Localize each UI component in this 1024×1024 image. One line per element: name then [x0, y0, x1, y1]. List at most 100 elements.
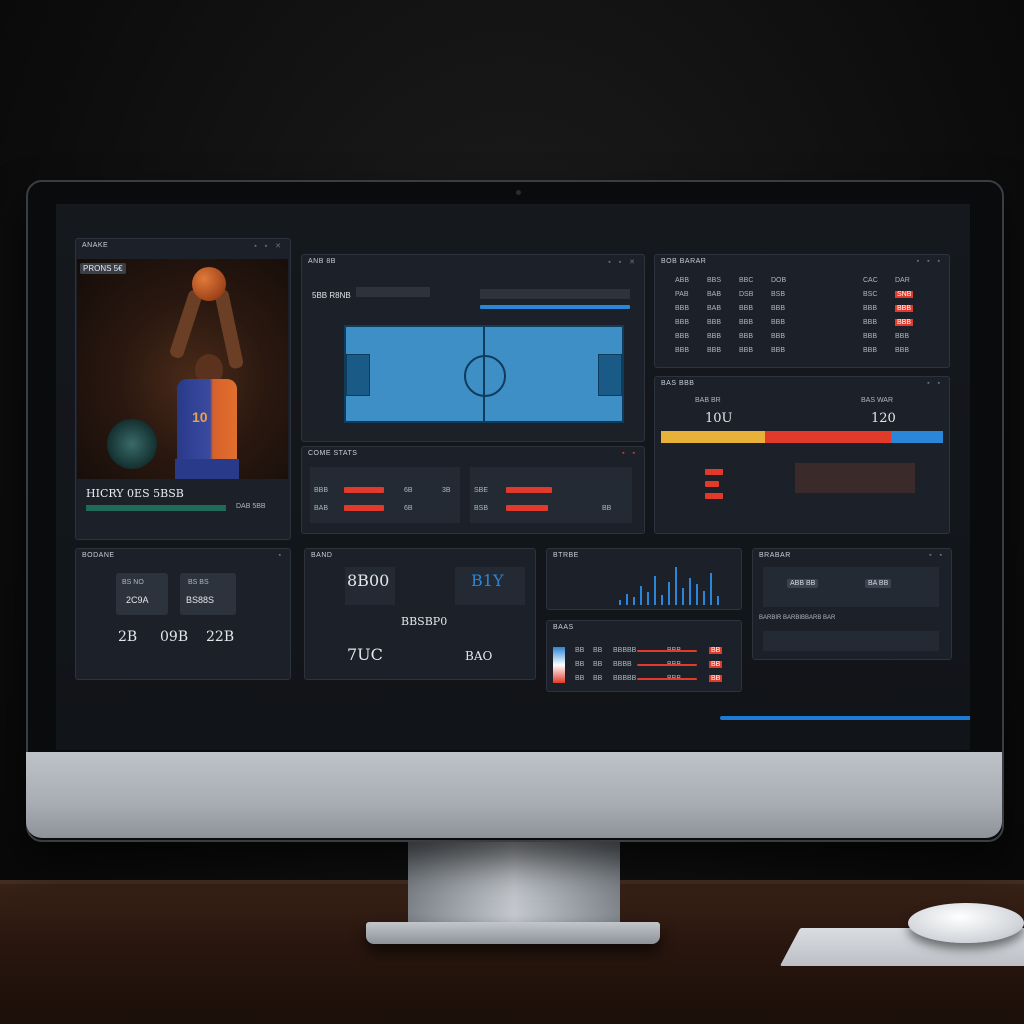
roster-bar: [637, 678, 697, 680]
basketball-icon: [192, 267, 226, 301]
controls-panel[interactable]: BRABAR ▪ ▪ ABB BB BA BB BARBIR BARBIBBAR…: [752, 548, 952, 660]
table-cell: BBB: [675, 319, 690, 326]
score-mini-bar: [705, 469, 723, 475]
table-cell: BAB: [707, 305, 722, 312]
trend-bar: [668, 582, 670, 605]
score-3: 7UC: [347, 645, 383, 664]
team-logo-icon: [553, 647, 565, 683]
score-bar-red: [765, 431, 891, 443]
court-panel[interactable]: ANB 8B ▪ ▪ ✕ 5BB R8NB: [301, 254, 645, 442]
trend-bar: [710, 573, 712, 605]
summary-tile-bottom: 2C9A: [126, 595, 149, 605]
roster-cell: BB: [593, 675, 603, 682]
court-timeline-bar[interactable]: [480, 305, 630, 309]
panel-menu-icon[interactable]: ▪ ▪: [929, 552, 945, 559]
right-team-label: BAS WAR: [861, 397, 894, 404]
summary-tile-top: BS BS: [188, 579, 209, 586]
panel-menu-icon[interactable]: ▪: [279, 552, 284, 559]
stat-bar: [506, 487, 552, 493]
table-cell: BBB: [895, 347, 910, 354]
score-2: B1Y: [471, 571, 504, 590]
court-timeline-track: [480, 289, 630, 299]
trend-title: BTRBE: [553, 552, 579, 559]
player-card[interactable]: ANAKE ▪ ▪ ✕ 10 PRONS 5€ HICRY 0ES 5BSB D…: [75, 238, 291, 540]
team-table-title: BOB BARAR: [661, 258, 707, 265]
stat-cell: 6B: [404, 505, 413, 512]
roster-cell: BB: [709, 661, 723, 668]
score-compare-panel[interactable]: BAS BBB ▪ ▪ BAB BR BAS WAR 10U 120: [654, 376, 950, 534]
table-header: CAC: [863, 277, 878, 284]
fan-figure: [107, 419, 157, 469]
stat-cell: SBE: [474, 487, 489, 494]
table-cell: BBB: [863, 333, 878, 340]
game-stats-col: [310, 467, 460, 523]
stat-cell: 6B: [404, 487, 413, 494]
control-button[interactable]: BA BB: [865, 579, 892, 588]
table-header: DAR: [895, 277, 910, 284]
score-mini-bar: [705, 493, 723, 499]
player-badge: PRONS 5€: [80, 263, 126, 274]
score-mid: BBSBP0: [401, 615, 448, 628]
controls-caption: BARBIR BARBIBBARB BAR: [759, 615, 836, 621]
roster-cell: BB: [575, 647, 585, 654]
window-controls-icon[interactable]: ▪ ▪ ✕: [254, 242, 284, 250]
roster-cell: BB: [593, 647, 603, 654]
table-cell: BBB: [675, 305, 690, 312]
trend-bar: [696, 584, 698, 605]
scroll-progress-bar[interactable]: [720, 716, 970, 720]
basketball-court[interactable]: [344, 325, 624, 423]
player-name: HICRY 0ES 5BSB: [86, 487, 184, 500]
roster-cell: BBBB: [613, 661, 632, 668]
roster-cell: BB: [709, 675, 723, 682]
trend-bar: [675, 567, 677, 605]
panel-menu-icon[interactable]: ▪ ▪: [927, 380, 943, 387]
stat-cell: 3B: [442, 487, 451, 494]
trend-bar: [640, 586, 642, 605]
table-cell: BBB: [739, 319, 754, 326]
roster-bar: [637, 650, 697, 652]
trend-bar: [654, 576, 656, 605]
panel-menu-icon[interactable]: ▪ ▪ ▪: [917, 258, 943, 265]
panel-menu-icon[interactable]: ▪ ▪ ✕: [608, 258, 638, 266]
score-detail-rows: [795, 463, 915, 493]
stat-cell: BBB: [314, 487, 329, 494]
score-bar-blue: [891, 431, 943, 443]
panel-menu-icon[interactable]: ▪ ▪: [622, 450, 638, 457]
court-panel-title: ANB 8B: [308, 258, 336, 265]
trend-bar: [647, 592, 649, 605]
roster-panel[interactable]: BAAS BBBBBBBBBBBBBBBBBBBBBBBBBBBBBBBBBBB…: [546, 620, 742, 692]
court-filter-bar[interactable]: [356, 287, 430, 297]
trend-bar: [689, 578, 691, 605]
game-stats-panel[interactable]: COME STATS ▪ ▪ BBB 6B 3B SBE BAB 6B BSB …: [301, 446, 645, 534]
game-stats-col: [470, 467, 632, 523]
score-board-panel[interactable]: BAND 8B00 B1Y BBSBP0 7UC BAO: [304, 548, 536, 680]
trend-bar: [661, 595, 663, 605]
table-cell: BBB: [739, 333, 754, 340]
score-bar-yellow: [661, 431, 765, 443]
roster-cell: BB: [575, 675, 585, 682]
table-cell: BBB: [707, 347, 722, 354]
score-mini-bar: [705, 481, 719, 487]
table-cell: BBB: [675, 333, 690, 340]
court-key-right: [598, 354, 622, 396]
table-cell: SNB: [895, 291, 914, 298]
stat-cell: BB: [602, 505, 612, 512]
left-score: 10U: [705, 411, 733, 426]
stat-bar: [344, 505, 384, 511]
summary-panel[interactable]: BODANE ▪ BS NO 2C9A BS BS BS88S 2B 09B 2…: [75, 548, 291, 680]
court-key-left: [346, 354, 370, 396]
jersey-number: 10: [192, 409, 208, 425]
trend-bar: [703, 591, 705, 605]
table-cell: BSC: [863, 291, 878, 298]
trend-bar: [682, 588, 684, 605]
monitor-chin: [26, 752, 1002, 838]
trend-panel[interactable]: BTRBE: [546, 548, 742, 610]
team-table-panel[interactable]: BOB BARAR ▪ ▪ ▪ ABB BBS BBC DOB CAC DAR PAB BAB…: [654, 254, 950, 368]
controls-title: BRABAR: [759, 552, 791, 559]
roster-cell: BB: [575, 661, 585, 668]
player-stat-tag: DAB 5BB: [236, 503, 266, 510]
camera-dot: [516, 190, 521, 195]
control-button[interactable]: ABB BB: [787, 579, 819, 588]
right-score: 120: [871, 411, 896, 426]
trend-bar: [619, 600, 621, 605]
